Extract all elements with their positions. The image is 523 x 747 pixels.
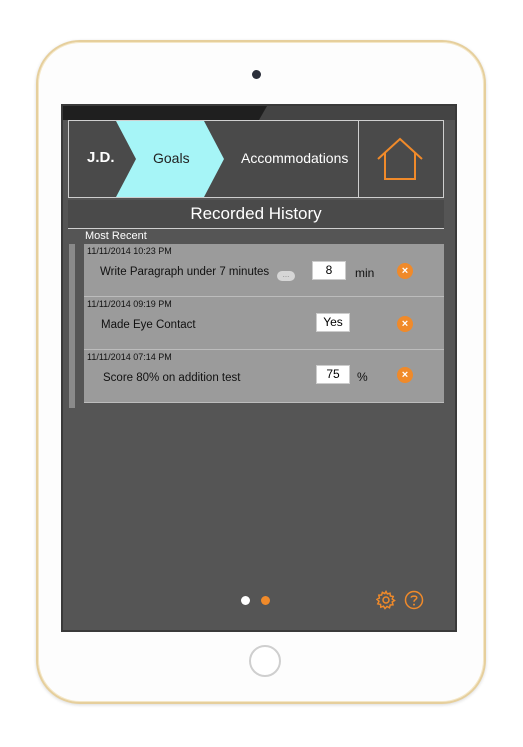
row-date: 11/11/2014 07:14 PM <box>87 352 172 362</box>
row-label: Write Paragraph under 7 minutes <box>100 266 270 278</box>
list-item[interactable]: 11/11/2014 10:23 PM Write Paragraph unde… <box>84 244 444 297</box>
house-icon[interactable] <box>374 135 426 183</box>
student-initials[interactable]: J.D. <box>87 149 115 166</box>
row-date: 11/11/2014 10:23 PM <box>87 246 172 256</box>
nav-divider <box>358 121 359 197</box>
page-dot-active[interactable] <box>261 596 270 605</box>
help-icon[interactable] <box>404 590 424 610</box>
device-home-button[interactable] <box>249 645 281 677</box>
history-list: 11/11/2014 10:23 PM Write Paragraph unde… <box>84 244 444 403</box>
list-item[interactable]: 11/11/2014 07:14 PM Score 80% on additio… <box>84 350 444 403</box>
delete-icon[interactable]: × <box>397 263 413 279</box>
delete-icon[interactable]: × <box>397 316 413 332</box>
row-label: Made Eye Contact <box>101 319 196 331</box>
value-field[interactable]: 75 <box>316 365 350 384</box>
delete-icon[interactable]: × <box>397 367 413 383</box>
nav-bar: J.D. Goals Accommodations <box>68 120 444 198</box>
page-title: Recorded History <box>190 204 322 223</box>
row-date: 11/11/2014 09:19 PM <box>87 299 172 309</box>
tab-accommodations[interactable]: Accommodations <box>241 150 348 166</box>
value-field[interactable]: Yes <box>316 313 350 332</box>
unit-label: % <box>357 370 368 384</box>
camera <box>252 70 261 79</box>
list-item[interactable]: 11/11/2014 09:19 PM Made Eye Contact Yes… <box>84 297 444 350</box>
page-header: Recorded History <box>68 200 444 229</box>
gear-icon[interactable] <box>376 590 396 610</box>
scroll-indicator <box>69 244 75 408</box>
page-dot[interactable] <box>241 596 250 605</box>
app-screen: J.D. Goals Accommodations Recorded Histo… <box>61 104 457 632</box>
row-label: Score 80% on addition test <box>103 372 241 384</box>
unit-label: min <box>355 266 375 280</box>
section-label: Most Recent <box>85 230 147 242</box>
status-bar <box>63 106 455 120</box>
page-indicator[interactable] <box>241 596 281 608</box>
tab-goals[interactable]: Goals <box>153 150 190 166</box>
value-field[interactable]: 8 <box>312 261 346 280</box>
more-icon[interactable]: ... <box>277 271 295 281</box>
